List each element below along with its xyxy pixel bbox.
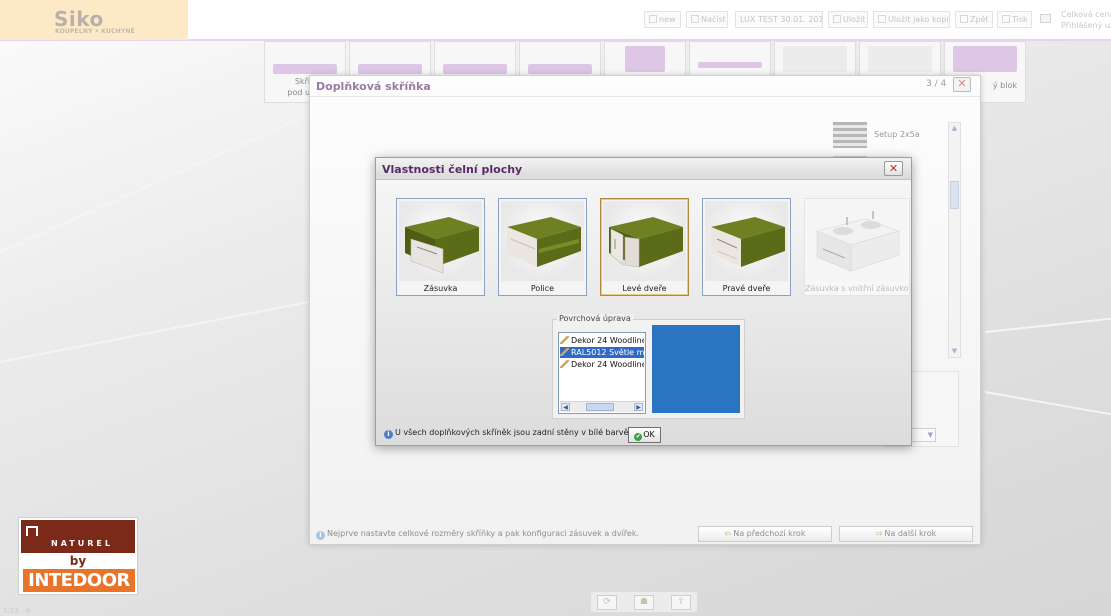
folder-icon: [691, 15, 699, 23]
wizard-step-indicator: 3 / 4: [926, 79, 947, 89]
list-item[interactable]: RAL5012 Světle modrá: [560, 347, 644, 358]
logo[interactable]: Siko KOUPELNY • KUCHYNĚ: [0, 0, 188, 40]
rotate-icon: ⟳: [603, 597, 611, 607]
brush-icon: [560, 336, 569, 344]
option-drawer-with-inner-drawer: Zásuvka s vnitřní zásuvkou: [804, 198, 910, 296]
info-icon: i: [316, 531, 325, 540]
export-view-button[interactable]: ⇪: [671, 595, 691, 610]
option-label: Zásuvka s vnitřní zásuvkou: [805, 284, 909, 293]
people-icon: ☗: [639, 597, 649, 607]
save-copy-icon: [878, 15, 886, 23]
option-drawer[interactable]: Zásuvka: [396, 198, 485, 296]
left-door-cabinet-icon: [609, 217, 683, 268]
floor-line: [0, 298, 325, 363]
arrow-left-icon: ⇦: [724, 529, 732, 538]
top-bar: Siko KOUPELNY • KUCHYNĚ new Načíst LUX T…: [0, 0, 1111, 41]
shelf-cabinet-icon: [507, 217, 581, 267]
rotate-view-button[interactable]: ⟳: [597, 595, 617, 610]
close-icon: ✕: [888, 162, 899, 175]
front-properties-dialog: Vlastnosti čelní plochy ✕ Zásuvka Police: [375, 157, 912, 446]
back-arrow-icon: [960, 15, 968, 23]
horizontal-scrollbar[interactable]: ◀ ▶: [560, 401, 644, 412]
option-shelf[interactable]: Police: [498, 198, 587, 296]
floor-line: [984, 316, 1111, 333]
brand-intedoor: INTEDOOR: [23, 569, 135, 592]
color-swatch: [652, 325, 740, 413]
wizard-close-button[interactable]: ✕: [953, 77, 971, 92]
surface-finish-list[interactable]: Dekor 24 Woodline RAL5012 Světle modrá D…: [558, 332, 646, 414]
wizard-title: Doplňková skříňka: [316, 80, 431, 93]
cart-icon[interactable]: [1040, 14, 1051, 23]
option-label: Police: [530, 284, 555, 293]
option-label: Zásuvka: [423, 284, 458, 293]
scroll-thumb[interactable]: [950, 181, 959, 209]
export-icon: ⇪: [677, 597, 685, 607]
list-item[interactable]: Dekor 24 Woodline: [560, 359, 644, 370]
brand-mark-icon: [26, 526, 38, 536]
save-icon: [833, 15, 841, 23]
brand-by: by: [69, 554, 87, 568]
divider: [310, 96, 980, 97]
arrow-right-icon: ⇨: [875, 529, 883, 538]
load-button[interactable]: Načíst: [686, 11, 728, 28]
dialog-close-button[interactable]: ✕: [884, 161, 903, 176]
new-button[interactable]: new: [644, 11, 681, 28]
drawer-cabinet-icon: [405, 217, 479, 274]
next-step-button[interactable]: ⇨ Na další krok: [839, 526, 973, 542]
info-icon: i: [384, 430, 393, 439]
user-info: Celková cena Přihlášený uživ: [1061, 9, 1111, 31]
chevron-down-icon: ▼: [927, 431, 933, 439]
scroll-down-icon[interactable]: ▼: [950, 347, 959, 356]
people-view-button[interactable]: ☗: [634, 595, 654, 610]
dropdown-select[interactable]: ▼: [910, 428, 936, 442]
brand-logo: NATUREL by INTEDOOR: [18, 517, 138, 595]
ok-button[interactable]: ✔ OK: [628, 427, 661, 443]
brush-icon: [560, 348, 569, 356]
option-label: Pravé dveře: [722, 284, 771, 293]
option-left-door[interactable]: Levé dveře: [600, 198, 689, 296]
status-coordinates: 1:23 :-8: [3, 607, 31, 615]
surface-finish-group: Povrchová úprava Dekor 24 Woodline RAL50…: [552, 314, 745, 419]
wizard-info: i Nejprve nastavte celkové rozměry skříňk…: [316, 529, 639, 540]
vanity-cabinet-icon: [816, 211, 900, 272]
print-button[interactable]: Tisk: [997, 11, 1032, 28]
dialog-info: iU všech doplňkových skříněk jsou zadní …: [384, 428, 631, 439]
dialog-title: Vlastnosti čelní plochy: [382, 163, 523, 176]
back-button[interactable]: Zpět: [955, 11, 993, 28]
brand-naturel: NATUREL: [51, 539, 113, 548]
option-label: Levé dveře: [622, 284, 667, 293]
view-toolbar: ⟳ ☗ ⇪: [590, 591, 698, 613]
logo-subtext: KOUPELNY • KUCHYNĚ: [55, 28, 135, 35]
total-price-label: Celková cena: [1061, 10, 1111, 19]
scroll-thumb[interactable]: [586, 403, 614, 411]
setup-label: Setup 2x5a: [874, 130, 920, 139]
scroll-left-icon[interactable]: ◀: [561, 403, 570, 411]
new-icon: [649, 15, 657, 23]
close-icon: ✕: [957, 77, 967, 90]
setup-layout-icon[interactable]: [833, 122, 867, 148]
floor-line: [984, 391, 1111, 418]
previous-step-button[interactable]: ⇦ Na předchozí krok: [698, 526, 832, 542]
project-name-field[interactable]: LUX TEST 30.01. 201: [735, 11, 823, 28]
surface-finish-legend: Povrchová úprava: [557, 314, 633, 323]
save-as-copy-button[interactable]: Uložit jako kopii: [873, 11, 950, 28]
print-icon: [1002, 15, 1010, 23]
brush-icon: [560, 360, 569, 368]
option-right-door[interactable]: Pravé dveře: [702, 198, 791, 296]
dialog-header: Vlastnosti čelní plochy ✕: [376, 158, 911, 180]
right-door-cabinet-icon: [711, 217, 785, 267]
list-item[interactable]: Dekor 24 Woodline: [560, 335, 644, 346]
logged-user-label: Přihlášený uživ: [1061, 21, 1111, 30]
vertical-scrollbar[interactable]: ▲ ▼: [948, 122, 961, 358]
save-button[interactable]: Uložit: [828, 11, 868, 28]
scroll-up-icon[interactable]: ▲: [950, 124, 959, 133]
checkmark-icon: ✔: [634, 433, 643, 441]
scroll-right-icon[interactable]: ▶: [634, 403, 643, 411]
